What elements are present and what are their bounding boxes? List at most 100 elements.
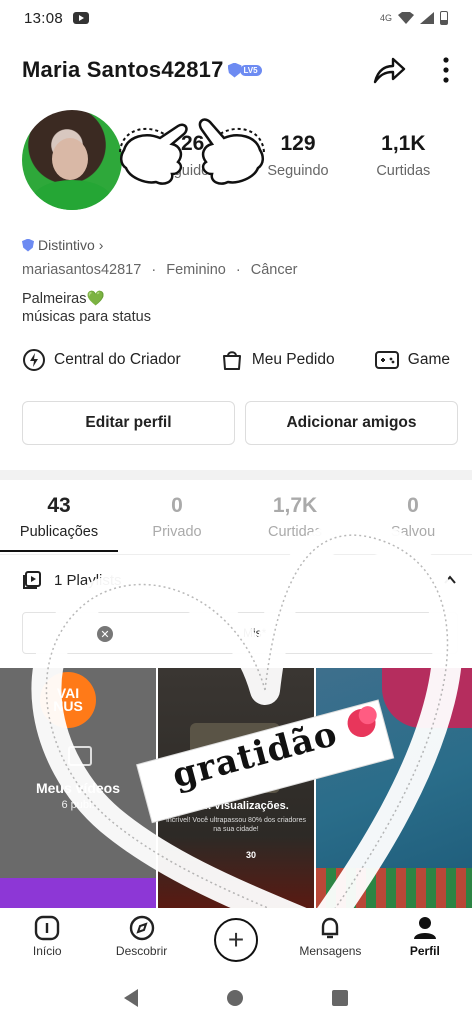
- nav-discover-label: Descobrir: [115, 944, 168, 958]
- game-shortcut[interactable]: Game: [374, 348, 450, 372]
- status-bar: 13:08 4G: [0, 0, 472, 36]
- separator: ·: [235, 262, 241, 278]
- profile-header: Maria Santos42817 LV5: [22, 52, 450, 88]
- recents-icon[interactable]: [331, 990, 348, 1006]
- thumbnail-band: [0, 878, 156, 908]
- tab-private[interactable]: 0 Privado: [118, 494, 236, 552]
- profile-info: mariasantos42817 · Feminino · Câncer: [22, 262, 298, 278]
- video-thumbnail-flowers: [316, 868, 472, 908]
- nav-home[interactable]: Início: [0, 914, 94, 958]
- tab-private-label: Privado: [152, 524, 202, 540]
- chevron-up-icon[interactable]: [442, 572, 458, 588]
- shield-icon: [227, 62, 242, 78]
- avatar[interactable]: [22, 110, 122, 210]
- more-options-icon[interactable]: [442, 56, 450, 84]
- tab-saved[interactable]: 0 Salvou: [354, 494, 472, 552]
- game-label: Game: [407, 351, 450, 368]
- bio-line-2: músicas para status: [22, 309, 151, 325]
- gender: Feminino: [166, 262, 226, 278]
- grid-item-video[interactable]: [316, 668, 472, 908]
- playlists-header[interactable]: 1 Playlists: [22, 570, 458, 590]
- badge-bottom-text: NUS: [53, 698, 83, 714]
- status-icons: 4G: [380, 11, 448, 25]
- shopping-bag-icon: [222, 351, 241, 370]
- tab-publications-count: 43: [47, 494, 71, 517]
- likes-count: 1,1K: [381, 132, 426, 155]
- creator-center-shortcut[interactable]: Central do Criador: [22, 348, 181, 372]
- back-icon[interactable]: [124, 989, 139, 1007]
- bio-line-1: Palmeiras: [22, 291, 87, 307]
- tab-publications-label: Publicações: [19, 524, 99, 540]
- playlists-label: 1 Playlists: [54, 571, 122, 589]
- search-text: Mis*: [243, 626, 267, 640]
- status-time: 13:08: [24, 9, 64, 27]
- badge-shield-icon: [22, 238, 34, 252]
- username: mariasantos42817: [22, 262, 142, 278]
- tab-saved-label: Salvou: [390, 524, 436, 540]
- views-message: Incrível! Você ultrapassou 80% dos criad…: [165, 817, 307, 833]
- grid-item-playlist[interactable]: VAI NUS Meus vídeos 6 publ.: [0, 668, 156, 908]
- bio: Palmeiras💚 músicas para status: [22, 290, 151, 326]
- edit-profile-button[interactable]: Editar perfil: [22, 401, 235, 445]
- tab-saved-count: 0: [407, 494, 419, 517]
- share-icon[interactable]: [372, 55, 406, 85]
- bell-icon: [322, 917, 339, 939]
- kwai-bonus-badge: VAI NUS: [40, 672, 96, 728]
- small-count: 157: [292, 768, 304, 775]
- zodiac-sign: Câncer: [250, 262, 298, 278]
- gamepad-icon: [374, 351, 399, 369]
- section-divider: [0, 470, 472, 480]
- video-number: 30: [246, 850, 257, 860]
- tab-publications[interactable]: 43 Publicações: [0, 494, 118, 552]
- folder-lock-icon: [68, 746, 92, 766]
- nav-home-label: Início: [32, 944, 62, 958]
- tab-likes-label: Curtidas: [268, 524, 322, 540]
- network-type: 4G: [379, 13, 392, 23]
- tab-private-count: 0: [171, 494, 183, 517]
- clear-icon[interactable]: ✕: [97, 626, 113, 642]
- wifi-icon: [398, 12, 414, 24]
- badge-label: Distintivo: [38, 237, 95, 253]
- tab-likes[interactable]: 1,7K Curtidas: [236, 494, 354, 552]
- home-button-icon[interactable]: [226, 990, 243, 1006]
- playlist-title: Meus vídeos: [35, 780, 121, 796]
- profile-actions: Editar perfil Adicionar amigos: [22, 401, 458, 445]
- pointing-hands-sticker: [119, 118, 265, 185]
- green-heart-emoji: 💚: [86, 291, 105, 307]
- bottom-navigation: Início Descobrir + Mensagens Perfil: [0, 908, 472, 972]
- playlist-icon: [23, 571, 41, 589]
- shortcuts: Central do Criador Meu Pedido Game: [22, 348, 450, 372]
- creator-center-label: Central do Criador: [54, 351, 181, 368]
- stat-likes[interactable]: 1,1K Curtidas: [351, 132, 456, 179]
- playlist-count: 6 publ.: [61, 799, 95, 811]
- plus-icon: +: [214, 918, 259, 962]
- video-grid: VAI NUS Meus vídeos 6 publ. 157 24,4k Vi…: [0, 668, 472, 908]
- nav-profile[interactable]: Perfil: [378, 914, 472, 958]
- likes-label: Curtidas: [376, 163, 431, 179]
- user-icon: [413, 917, 436, 939]
- tab-likes-count: 1,7K: [272, 494, 318, 517]
- tabs-divider: [0, 554, 472, 555]
- playlist-search-input[interactable]: ✕ Mis*: [22, 612, 458, 654]
- battery-icon: [440, 11, 448, 25]
- profile-name: Maria Santos42817: [22, 57, 224, 82]
- compass-icon: [129, 915, 154, 941]
- content-tabs: 43 Publicações 0 Privado 1,7K Curtidas 0…: [0, 494, 472, 552]
- separator: ·: [151, 262, 157, 278]
- distinctive-badge-link[interactable]: Distintivo ›: [22, 237, 103, 253]
- signal-icon: [420, 12, 434, 24]
- youtube-notification-icon: [73, 12, 90, 24]
- chevron-right-icon: ›: [98, 237, 104, 253]
- system-navigation: [0, 972, 472, 1024]
- nav-create[interactable]: +: [189, 914, 283, 962]
- video-thumbnail-accent: [382, 668, 472, 728]
- nav-messages-label: Mensagens: [299, 944, 362, 958]
- nav-profile-label: Perfil: [409, 944, 440, 958]
- my-order-shortcut[interactable]: Meu Pedido: [220, 348, 335, 372]
- add-friends-button[interactable]: Adicionar amigos: [245, 401, 458, 445]
- level-badge[interactable]: LV5: [227, 62, 262, 78]
- nav-messages[interactable]: Mensagens: [283, 914, 377, 958]
- bolt-icon: [23, 349, 45, 371]
- nav-discover[interactable]: Descobrir: [94, 914, 188, 958]
- level-label: LV5: [239, 64, 262, 76]
